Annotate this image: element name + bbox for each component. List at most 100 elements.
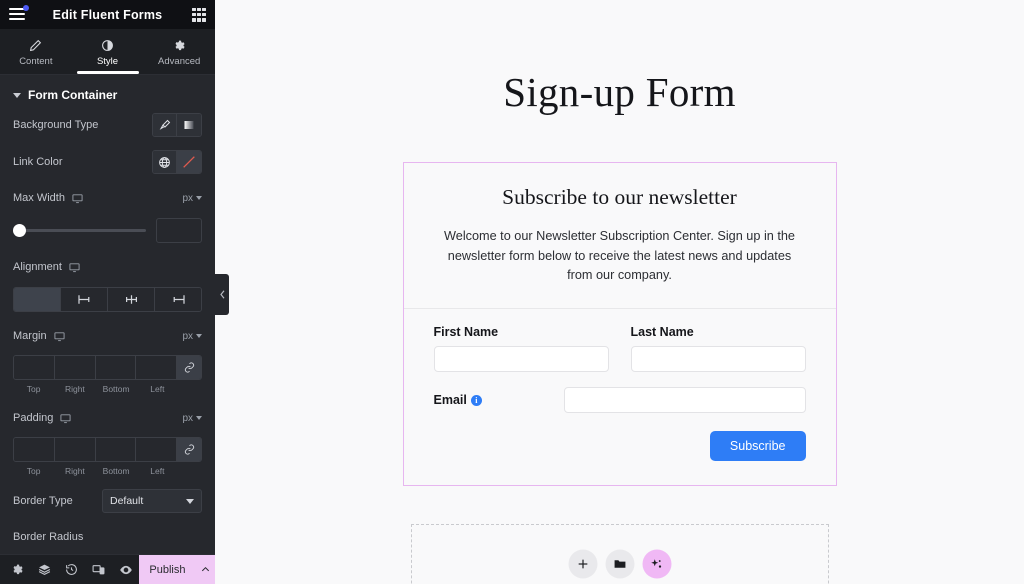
globe-icon[interactable] [153,151,177,173]
email-label: Email [433,393,467,408]
tab-content[interactable]: Content [0,29,72,74]
newsletter-form-container[interactable]: Subscribe to our newsletter Welcome to o… [402,162,837,487]
desktop-icon[interactable] [72,193,83,204]
max-width-input[interactable] [156,218,202,243]
footer-icon-group [0,555,139,584]
first-name-input[interactable] [433,346,609,373]
gradient-icon[interactable] [177,114,201,136]
link-color-options [152,150,202,174]
classic-brush-icon[interactable] [153,114,177,136]
margin-left-input[interactable] [136,356,177,379]
margin-label-left: Left [150,384,165,394]
preview-eye-icon[interactable] [112,555,139,584]
last-name-input[interactable] [630,346,806,373]
desktop-icon[interactable] [69,262,80,273]
submit-row: Subscribe [434,431,806,462]
padding-label: Padding [13,412,71,424]
field-first-name: First Name [433,325,609,373]
email-label-group: Email i [434,393,564,407]
form-description: Welcome to our Newsletter Subscription C… [444,229,795,283]
control-link-color: Link Color [0,150,215,174]
padding-bottom-input[interactable] [95,438,137,461]
info-circle-icon[interactable]: i [470,394,482,406]
border-type-label: Border Type [13,495,73,507]
align-center-icon[interactable] [108,288,155,311]
page-title: Sign-up Form [503,69,736,115]
padding-unit-select[interactable]: px [182,413,202,424]
email-input[interactable] [563,387,806,414]
margin-inputs [13,355,202,380]
alignment-default[interactable] [14,288,61,311]
margin-label: Margin [13,330,65,342]
padding-label-top: Top [26,466,41,476]
layers-navigator-icon[interactable] [31,555,58,584]
chevron-down-icon [196,196,202,200]
section-form-container[interactable]: Form Container [0,75,215,113]
margin-label-top: Top [26,384,41,394]
padding-side-labels: Top Right Bottom Left [13,466,202,476]
border-radius-label: Border Radius [13,531,84,543]
margin-unit-select[interactable]: px [182,331,202,342]
control-alignment: Alignment [0,256,215,312]
max-width-label: Max Width [13,192,83,204]
control-border-type: Border Type Default [0,489,215,513]
margin-top-input[interactable] [14,356,55,379]
padding-right-input[interactable] [54,438,96,461]
tab-advanced-label: Advanced [158,55,201,67]
border-type-select[interactable]: Default [102,489,202,513]
plus-icon[interactable] [568,549,597,579]
control-background-type: Background Type [0,113,215,137]
chevron-down-icon [196,334,202,338]
last-name-label: Last Name [630,325,694,340]
empty-section-dropzone[interactable] [410,524,829,584]
margin-link-values-icon[interactable] [177,356,201,379]
history-revisions-icon[interactable] [58,555,85,584]
none-slash-icon[interactable] [177,151,201,173]
apps-grid-icon[interactable] [192,7,206,22]
form-heading: Subscribe to our newsletter [502,185,737,209]
padding-label-left: Left [150,466,165,476]
border-type-value: Default [110,495,144,507]
max-width-unit-select[interactable]: px [182,193,202,204]
tab-content-label: Content [19,55,53,67]
tab-advanced[interactable]: Advanced [143,29,215,74]
padding-left-input[interactable] [136,438,177,461]
folder-icon[interactable] [605,549,634,579]
tab-style-label: Style [96,55,119,67]
publish-options-chevron-up-icon[interactable] [195,554,215,584]
margin-bottom-input[interactable] [95,356,137,379]
sparkle-ai-icon[interactable] [642,549,671,579]
background-type-label: Background Type [13,119,99,131]
margin-right-input[interactable] [54,356,96,379]
panel-collapse-chevron-left-icon[interactable] [215,274,229,315]
align-left-icon[interactable] [61,288,108,311]
align-right-icon[interactable] [155,288,201,311]
gear-icon [173,39,186,52]
editor-tabs: Content Style Advanced [0,29,215,75]
max-width-slider[interactable] [13,224,146,238]
slider-thumb[interactable] [13,224,26,237]
field-email: Email i [434,387,806,414]
pencil-icon [29,39,42,52]
padding-label-bottom: Bottom [102,466,130,476]
desktop-icon[interactable] [60,413,71,424]
subscribe-button[interactable]: Subscribe [709,431,806,462]
publish-button-label: Publish [149,563,186,576]
responsive-mode-icon[interactable] [85,555,112,584]
padding-link-values-icon[interactable] [177,438,201,461]
tab-style[interactable]: Style [72,29,144,74]
alignment-label: Alignment [13,261,80,273]
desktop-icon[interactable] [54,331,65,342]
hamburger-menu-icon[interactable] [9,4,29,22]
settings-gear-icon[interactable] [4,555,31,584]
max-width-unit-value: px [182,192,193,204]
editor-sidebar: Edit Fluent Forms Content Style Advanced… [0,0,229,584]
padding-top-input[interactable] [14,438,55,461]
sidebar-header: Edit Fluent Forms [0,0,215,29]
control-padding: Padding px Top Right Bottom Left [0,407,215,476]
padding-label-right: Right [64,466,85,476]
padding-unit-value: px [182,412,193,424]
control-border-radius: Border Radius [0,526,215,554]
margin-side-labels: Top Right Bottom Left [13,384,202,394]
publish-button[interactable]: Publish [139,554,196,584]
